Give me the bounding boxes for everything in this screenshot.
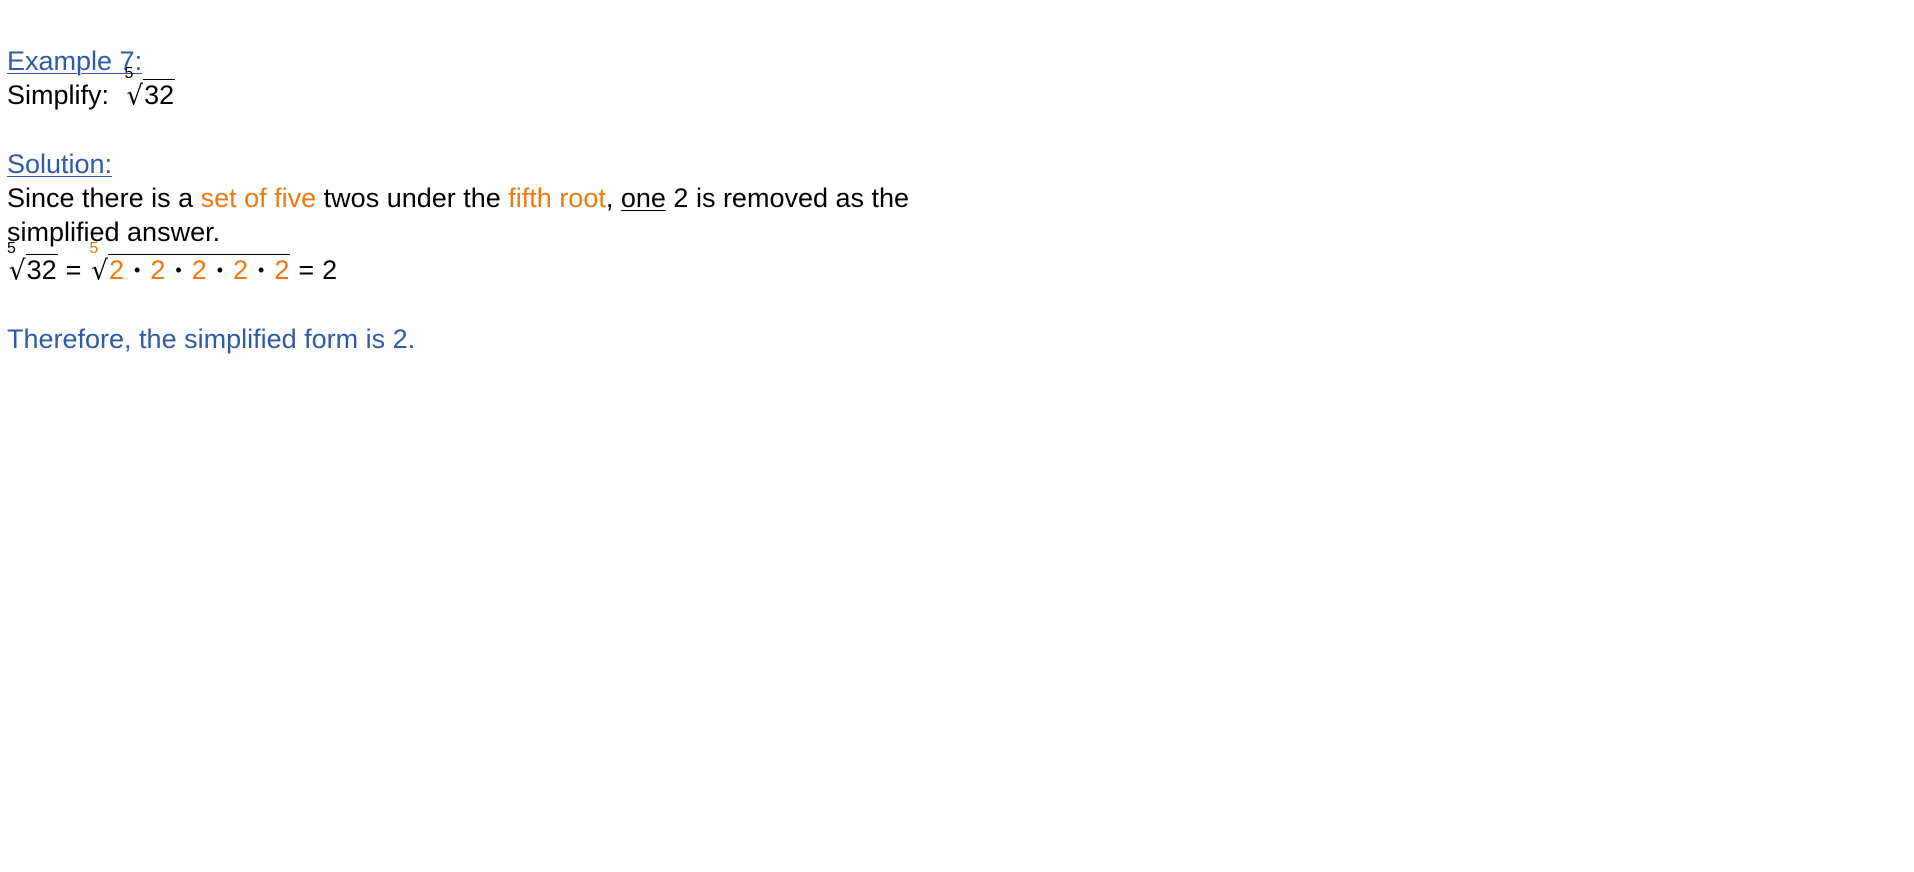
- sentence-part4: 2 is removed as the: [665, 183, 910, 213]
- one-underlined: one: [620, 183, 666, 213]
- solution-sentence-line2: simplified answer.: [7, 217, 221, 247]
- example-heading: Example 7:: [7, 46, 143, 76]
- simplify-prompt: Simplify:: [7, 80, 110, 110]
- factor: 2: [274, 255, 290, 285]
- equation-result: 2: [322, 255, 338, 285]
- radical-sign-icon: √: [126, 80, 144, 112]
- factor: 2: [108, 255, 125, 285]
- equals-sign-2: =: [298, 255, 315, 285]
- radicand: 32: [143, 79, 176, 110]
- lhs-radicand: 32: [25, 254, 58, 285]
- set-of-five-highlight: set of five: [200, 183, 317, 213]
- fifth-root-highlight: fifth root: [508, 183, 606, 213]
- sentence-part3: ,: [605, 183, 621, 213]
- multiply-dot-icon: •: [216, 260, 224, 280]
- equals-sign-1: =: [65, 255, 82, 285]
- factor: 2: [233, 255, 249, 285]
- rhs-radical-sign-icon: √: [91, 255, 108, 287]
- solution-heading: Solution:: [7, 149, 113, 179]
- equation: 5 √32 = 5 √2 • 2 • 2 • 2 • 2 = 2: [7, 241, 909, 288]
- multiply-dot-icon: •: [175, 260, 182, 280]
- document-body: Example 7: Simplify: 5 √32 Solution: Sinc…: [7, 44, 909, 356]
- multiply-dot-icon: •: [134, 260, 141, 280]
- example-problem: Simplify: 5 √32: [7, 66, 909, 113]
- rhs-radicand-product: 2 • 2 • 2 • 2 • 2: [107, 254, 291, 288]
- sentence-part1: Since there is a: [7, 183, 201, 213]
- sentence-part2: twos under the: [316, 183, 509, 213]
- multiply-dot-icon: •: [258, 260, 265, 280]
- conclusion: Therefore, the simplified form is 2.: [7, 324, 416, 354]
- factor: 2: [191, 255, 207, 285]
- fifth-root-of-32: 5 √32: [125, 66, 176, 113]
- lhs-radical-sign-icon: √: [9, 255, 26, 287]
- rhs-fifth-root-of-product: 5 √2 • 2 • 2 • 2 • 2: [89, 241, 291, 288]
- lhs-fifth-root-of-32: 5 √32: [7, 241, 58, 288]
- factor: 2: [150, 255, 166, 285]
- solution-sentence-line1: Since there is a set of five twos under …: [7, 181, 909, 215]
